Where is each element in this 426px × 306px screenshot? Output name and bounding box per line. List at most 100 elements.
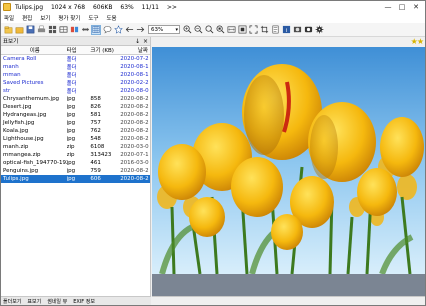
file-list-row[interactable]: str 폴더 2020-08-0 [1, 87, 150, 95]
file-list-row[interactable]: Jellyfish.jpg jpg 757 2020-08-2 [1, 119, 150, 127]
chevron-down-icon: ▾ [175, 27, 178, 33]
file-list-row[interactable]: manh.zip zip 6108 2020-03-0 [1, 143, 150, 151]
menu-tools[interactable]: 도구 [88, 14, 98, 22]
select-area-icon[interactable] [80, 25, 90, 35]
open-folder-icon[interactable] [14, 25, 24, 35]
file-list-row[interactable]: mman 폴더 2020-08-1 [1, 71, 150, 79]
file-size-cell: 548 [90, 136, 101, 142]
file-list-row[interactable]: Lighthouse.jpg jpg 548 2020-08-2 [1, 135, 150, 143]
close-icon[interactable]: ✕ [409, 1, 423, 13]
file-list-row[interactable]: Camera Roll 폴더 2020-07-2 [1, 55, 150, 63]
fit-width-icon[interactable] [226, 25, 236, 35]
file-type-cell: jpg [66, 128, 76, 134]
forward-arrow-icon[interactable] [135, 25, 145, 35]
tab-folder-view[interactable]: 폴더보기 [3, 298, 21, 305]
fullscreen-icon[interactable] [248, 25, 258, 35]
zoom-fit-icon[interactable] [204, 25, 214, 35]
file-list-row[interactable]: Hydrangeas.jpg jpg 581 2020-08-2 [1, 111, 150, 119]
file-type-cell: zip [66, 144, 75, 150]
thumbnail-grid-icon[interactable] [47, 25, 57, 35]
file-name-cell: Tulips.jpg [3, 176, 29, 182]
file-type-cell: zip [66, 152, 75, 158]
file-name-cell: Hydrangeas.jpg [3, 112, 47, 118]
file-list-row[interactable]: mmangea.zip zip 313423 2020-07-1 [1, 151, 150, 159]
file-date-cell: 2020-08-2 [120, 96, 149, 102]
column-date[interactable]: 날짜 [120, 46, 150, 54]
column-type[interactable]: 타입 [67, 46, 91, 54]
save-icon[interactable] [25, 25, 35, 35]
new-folder-icon[interactable] [3, 25, 13, 35]
file-name-cell: Camera Roll [3, 56, 37, 62]
effects-icon[interactable] [303, 25, 313, 35]
file-date-cell: 2020-08-2 [120, 168, 149, 174]
slideshow-icon[interactable] [58, 25, 68, 35]
file-list-row[interactable]: Desert.jpg jpg 826 2020-08-2 [1, 103, 150, 111]
tulips-image [152, 47, 425, 274]
image-viewer[interactable]: ★★ [152, 37, 425, 296]
column-name[interactable]: 이름 [1, 46, 67, 54]
image-info-icon[interactable]: i [281, 25, 291, 35]
comment-icon[interactable] [102, 25, 112, 35]
zoom-select[interactable]: 63% ▾ [148, 25, 180, 34]
file-date-cell: 2020-02-2 [120, 80, 149, 86]
wallpaper-icon[interactable] [292, 25, 302, 35]
file-size-cell: 461 [90, 160, 101, 166]
print-icon[interactable] [36, 25, 46, 35]
back-arrow-icon[interactable] [124, 25, 134, 35]
file-type-cell: 폴더 [66, 73, 77, 79]
grid-view-icon[interactable] [91, 24, 101, 35]
file-date-cell: 2020-08-2 [120, 176, 149, 182]
rotate-icon[interactable] [270, 25, 280, 35]
file-size-cell: 759 [90, 168, 101, 174]
file-date-cell: 2020-08-1 [120, 64, 149, 70]
favorite-star-icon[interactable] [113, 25, 123, 35]
file-list-row[interactable]: optical-fish_194770-192.. jpg 461 2016-03-0 [1, 159, 150, 167]
tab-table-view[interactable]: 표보기 [27, 298, 41, 305]
file-date-cell: 2020-08-0 [120, 88, 149, 94]
column-size[interactable]: 크기 (KB) [90, 46, 120, 54]
file-size-cell: 826 [90, 104, 101, 110]
file-list-row[interactable]: Koala.jpg jpg 762 2020-08-2 [1, 127, 150, 135]
file-list-row[interactable]: manh 폴더 2020-08-1 [1, 63, 150, 71]
maximize-icon[interactable]: □ [395, 1, 409, 13]
file-name-cell: mman [3, 72, 21, 78]
zoom-out-icon[interactable] [193, 25, 203, 35]
settings-gear-icon[interactable] [314, 25, 324, 35]
title-file-size: 606KB [92, 3, 113, 11]
file-name-cell: Koala.jpg [3, 128, 29, 134]
app-window: Tulips.jpg 1024 x 768 606KB 63% 11/11 >>… [0, 0, 426, 306]
fit-height-icon[interactable] [237, 25, 247, 35]
compare-icon[interactable] [69, 25, 79, 35]
file-list-row[interactable]: Chrysanthemum.jpg jpg 858 2020-08-2 [1, 95, 150, 103]
menu-edit[interactable]: 편집 [22, 14, 32, 22]
file-type-cell: 폴더 [66, 81, 77, 87]
zoom-in-icon[interactable] [182, 25, 192, 35]
rating-stars[interactable]: ★★ [411, 37, 424, 46]
file-size-cell: 313423 [90, 152, 112, 158]
menu-help[interactable]: 도움 [107, 14, 117, 22]
file-size-cell: 581 [90, 112, 101, 118]
actual-size-icon[interactable] [215, 25, 225, 35]
title-nav[interactable]: >> [167, 4, 177, 11]
file-size-cell: 757 [90, 120, 101, 126]
panel-close-icon[interactable]: × [143, 38, 148, 45]
tab-thumbnail-view[interactable]: 썸네일 뷰 [47, 298, 67, 305]
crop-icon[interactable] [259, 25, 269, 35]
zoom-value: 63% [151, 26, 164, 33]
pin-icon[interactable]: ↓ [135, 38, 140, 45]
menu-file[interactable]: 파일 [4, 14, 14, 22]
file-name-cell: Saved Pictures [3, 80, 44, 86]
file-type-cell: jpg [66, 112, 76, 118]
file-type-cell: jpg [66, 104, 76, 110]
file-list-row[interactable]: Saved Pictures 폴더 2020-02-2 [1, 79, 150, 87]
file-type-cell: jpg [66, 176, 76, 182]
file-name-cell: Desert.jpg [3, 104, 32, 110]
file-list-row[interactable]: Tulips.jpg jpg 606 2020-08-2 [1, 175, 150, 183]
minimize-icon[interactable]: — [381, 1, 395, 13]
tab-exif-info[interactable]: EXIF 정보 [73, 298, 95, 305]
file-list-row[interactable]: Penguins.jpg jpg 759 2020-08-2 [1, 167, 150, 175]
menu-view[interactable]: 보기 [40, 14, 50, 22]
menu-rating-find[interactable]: 평가 찾기 [58, 14, 80, 22]
file-name-cell: str [3, 88, 11, 94]
file-list: Camera Roll 폴더 2020-07-2 manh 폴더 2020-08-1 mma… [1, 55, 150, 183]
